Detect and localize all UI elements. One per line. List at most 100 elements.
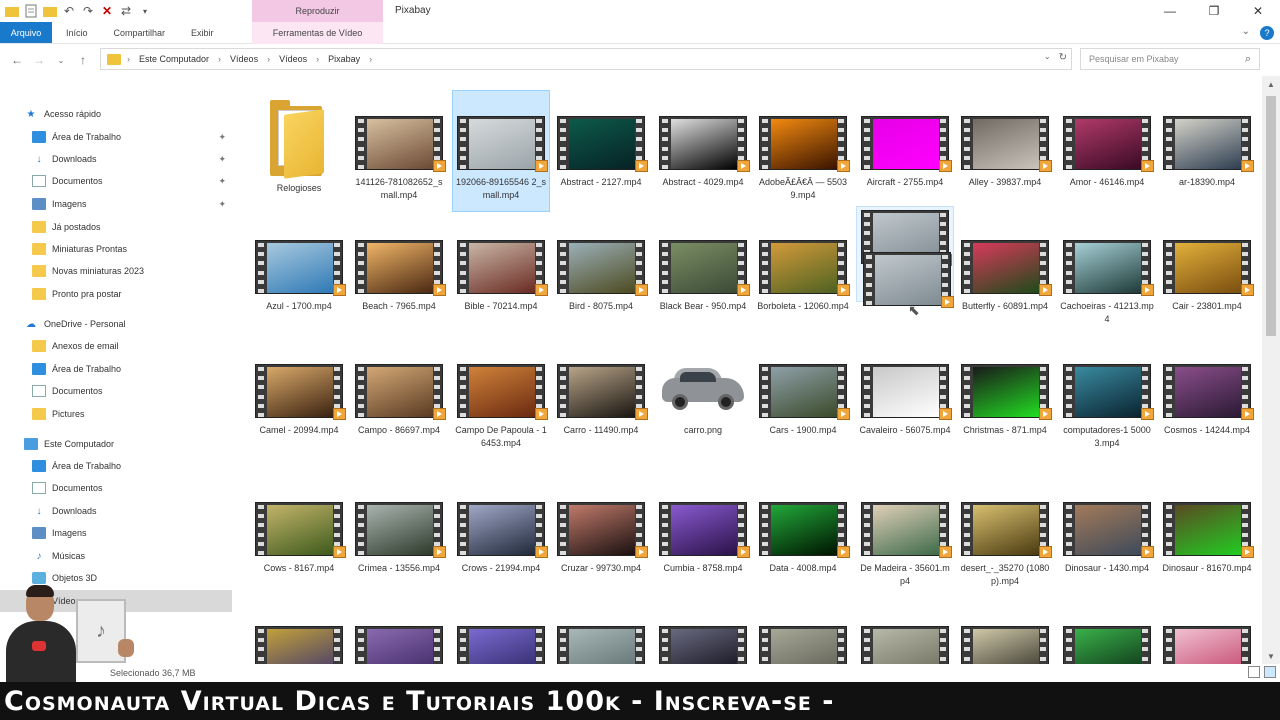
file-item[interactable]: Campo - 86697.mp4: [350, 330, 448, 437]
file-item[interactable]: Cair - 23801.mp4: [1158, 206, 1256, 313]
recent-locations-icon[interactable]: ⌄: [50, 56, 72, 65]
sidebar-item[interactable]: Área de Trabalho ✦: [0, 126, 232, 148]
sidebar-item[interactable]: Novas miniaturas 2023: [0, 260, 232, 282]
forward-arrow-icon[interactable]: →: [28, 53, 50, 67]
file-item[interactable]: Crows - 21994.mp4: [452, 468, 550, 575]
file-item[interactable]: Cumbia - 8758.mp4: [654, 468, 752, 575]
pin-icon[interactable]: ✦: [218, 154, 226, 165]
tab-inicio[interactable]: Início: [52, 22, 100, 43]
sidebar-item[interactable]: Imagens ✦: [0, 193, 232, 215]
file-item[interactable]: 141126-781082652_small.mp4: [350, 82, 448, 202]
file-item[interactable]: Camel - 20994.mp4: [250, 330, 348, 437]
file-item[interactable]: Campo De Papoula - 16453.mp4: [452, 330, 550, 450]
pin-icon[interactable]: ✦: [218, 176, 226, 187]
file-item[interactable]: [350, 592, 448, 664]
sidebar-item[interactable]: Pictures: [0, 403, 232, 425]
rename-icon[interactable]: ⇄: [118, 3, 134, 19]
sidebar-item[interactable]: ♪ Músicas: [0, 545, 232, 567]
sidebar-item[interactable]: Anexos de email: [0, 335, 232, 357]
tab-ferramentas-de-video[interactable]: Ferramentas de Vídeo: [252, 22, 383, 44]
file-item[interactable]: [654, 592, 752, 664]
chevron-right-icon[interactable]: ›: [316, 54, 319, 64]
file-item[interactable]: Bible - 70214.mp4: [452, 206, 550, 313]
new-folder-icon[interactable]: [42, 3, 58, 19]
search-input[interactable]: Pesquisar em Pixabay ⌕: [1080, 48, 1260, 70]
file-item[interactable]: Amor - 46146.mp4: [1058, 82, 1156, 189]
address-bar[interactable]: › Este Computador › Vídeos › Vídeos › Pi…: [100, 48, 1072, 70]
file-item[interactable]: Dinosaur - 1430.mp4: [1058, 468, 1156, 575]
file-item[interactable]: Azul - 1700.mp4: [250, 206, 348, 313]
file-item[interactable]: Cars - 1900.mp4: [754, 330, 852, 437]
file-item[interactable]: Cruzar - 99730.mp4: [552, 468, 650, 575]
file-item[interactable]: [1058, 592, 1156, 664]
file-item[interactable]: Cachoeiras - 41213.mp4: [1058, 206, 1156, 326]
file-item[interactable]: ar-18390.mp4: [1158, 82, 1256, 189]
pin-icon[interactable]: ✦: [218, 132, 226, 143]
tab-exibir[interactable]: Exibir: [177, 22, 226, 43]
sidebar-item[interactable]: ☁ OneDrive - Personal: [0, 313, 232, 335]
address-dropdown-icon[interactable]: ⌄: [1044, 52, 1051, 63]
file-item[interactable]: [856, 592, 954, 664]
properties-icon[interactable]: [23, 3, 39, 19]
tab-compartilhar[interactable]: Compartilhar: [100, 22, 178, 43]
breadcrumb-item[interactable]: Vídeos: [230, 54, 258, 64]
file-item[interactable]: desert_-_35270 (1080p).mp4: [956, 468, 1054, 588]
folder-icon[interactable]: [4, 3, 20, 19]
scrollbar-thumb[interactable]: [1266, 96, 1276, 336]
chevron-right-icon[interactable]: ›: [218, 54, 221, 64]
file-item[interactable]: Beach - 7965.mp4: [350, 206, 448, 313]
file-item[interactable]: Bird - 8075.mp4: [552, 206, 650, 313]
file-item[interactable]: Carro - 11490.mp4: [552, 330, 650, 437]
tab-arquivo[interactable]: Arquivo: [0, 22, 52, 43]
sidebar-item[interactable]: ★ Acesso rápido: [0, 103, 232, 125]
up-arrow-icon[interactable]: ↑: [72, 53, 94, 67]
back-arrow-icon[interactable]: ←: [6, 53, 28, 67]
sidebar-item[interactable]: ↓ Downloads: [0, 500, 232, 522]
file-item[interactable]: Crimea - 13556.mp4: [350, 468, 448, 575]
sidebar-item[interactable]: Documentos: [0, 477, 232, 499]
maximize-icon[interactable]: ❐: [1192, 0, 1236, 22]
file-item[interactable]: Aircraft - 2755.mp4: [856, 82, 954, 189]
file-item[interactable]: [754, 592, 852, 664]
help-icon[interactable]: ?: [1260, 26, 1274, 40]
file-item[interactable]: Abstract - 4029.mp4: [654, 82, 752, 189]
sidebar-item[interactable]: Área de Trabalho: [0, 358, 232, 380]
sidebar-item[interactable]: Documentos ✦: [0, 170, 232, 192]
file-item[interactable]: ⬉: [856, 206, 954, 318]
sidebar-item[interactable]: Pronto pra postar: [0, 283, 232, 305]
file-item[interactable]: Data - 4008.mp4: [754, 468, 852, 575]
ribbon-expand-icon[interactable]: ⌄: [1242, 26, 1250, 40]
scroll-down-icon[interactable]: ▼: [1262, 648, 1280, 664]
search-icon[interactable]: ⌕: [1245, 53, 1251, 66]
large-icons-view-icon[interactable]: [1264, 666, 1276, 678]
file-item[interactable]: Cavaleiro - 56075.mp4: [856, 330, 954, 437]
details-view-icon[interactable]: [1248, 666, 1260, 678]
breadcrumb-item[interactable]: Este Computador: [139, 54, 209, 64]
chevron-right-icon[interactable]: ›: [369, 54, 372, 64]
file-item[interactable]: [250, 592, 348, 664]
sidebar-item[interactable]: Documentos: [0, 380, 232, 402]
folder-item[interactable]: Relogioses: [250, 82, 348, 195]
undo-icon[interactable]: ↶: [61, 3, 77, 19]
file-item[interactable]: computadores-1 50003.mp4: [1058, 330, 1156, 450]
file-item[interactable]: De Madeira - 35601.mp4: [856, 468, 954, 588]
close-icon[interactable]: ✕: [1236, 0, 1280, 22]
file-item[interactable]: Christmas - 871.mp4: [956, 330, 1054, 437]
chevron-right-icon[interactable]: ›: [267, 54, 270, 64]
sidebar-item[interactable]: Imagens: [0, 522, 232, 544]
file-item[interactable]: [552, 592, 650, 664]
redo-icon[interactable]: ↷: [80, 3, 96, 19]
sidebar-item[interactable]: Área de Trabalho: [0, 455, 232, 477]
file-item[interactable]: Borboleta - 12060.mp4: [754, 206, 852, 313]
file-item[interactable]: Dinosaur - 81670.mp4: [1158, 468, 1256, 575]
file-item[interactable]: Abstract - 2127.mp4: [552, 82, 650, 189]
file-item[interactable]: Cows - 8167.mp4: [250, 468, 348, 575]
delete-icon[interactable]: ✕: [99, 3, 115, 19]
breadcrumb-item[interactable]: Vídeos: [279, 54, 307, 64]
file-item[interactable]: Black Bear - 950.mp4: [654, 206, 752, 313]
file-item[interactable]: Butterfly - 60891.mp4: [956, 206, 1054, 313]
refresh-icon[interactable]: ↻: [1059, 52, 1067, 63]
sidebar-item[interactable]: Miniaturas Prontas: [0, 238, 232, 260]
breadcrumb-item[interactable]: Pixabay: [328, 54, 360, 64]
file-item[interactable]: Alley - 39837.mp4: [956, 82, 1054, 189]
